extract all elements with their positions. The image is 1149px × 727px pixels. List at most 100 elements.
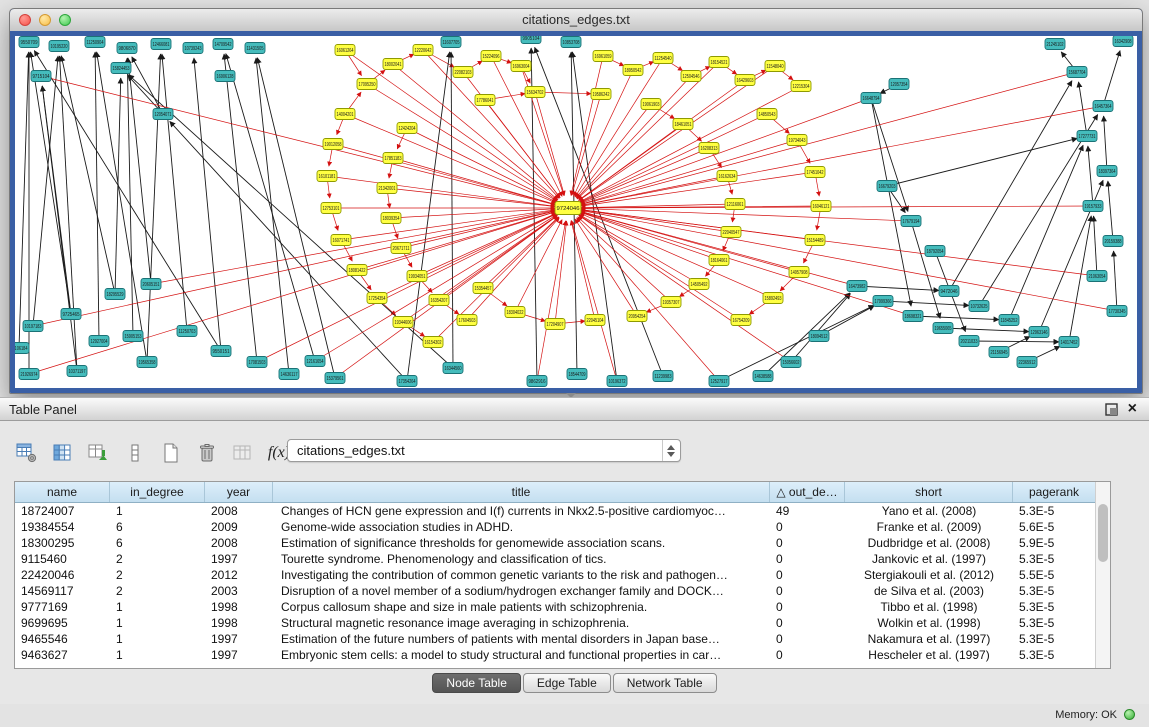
table-cell: 1 (110, 599, 205, 615)
table-cell: 0 (770, 535, 845, 551)
tab-node-table[interactable]: Node Table (432, 673, 521, 693)
graph-node-label: 18461051 (675, 122, 692, 128)
graph-node-label: 18698321 (905, 314, 922, 320)
new-table-button[interactable] (156, 439, 186, 467)
table-row[interactable]: 911546021997Tourette syndrome. Phenomeno… (15, 551, 1096, 567)
panel-title: Table Panel (0, 402, 77, 417)
tab-edge-table[interactable]: Edge Table (523, 673, 611, 693)
graph-node-label: 9905104 (523, 36, 540, 42)
column-header-title[interactable]: title (273, 482, 770, 502)
graph-node-label: 12220642 (415, 48, 432, 54)
close-panel-icon[interactable]: × (1128, 401, 1137, 417)
scrollbar-thumb[interactable] (1098, 504, 1108, 562)
table-row[interactable]: 946362711997Embryonic stem cells: a mode… (15, 647, 1096, 663)
delete-table-button[interactable] (192, 439, 222, 467)
table-panel-header[interactable]: Table Panel × (0, 397, 1149, 421)
graph-node-label: 17999366 (875, 299, 892, 305)
graph-node-label: 10732625 (971, 304, 988, 310)
graph-node-label: 21342001 (379, 186, 396, 192)
graph-node-label: 16101181 (319, 174, 336, 180)
table-cell: 0 (770, 583, 845, 599)
graph-node-label: 14638588 (755, 374, 772, 380)
table-cell: 9465546 (15, 631, 110, 647)
graph-node-label: 16046121 (813, 204, 830, 210)
zoom-window-button[interactable] (59, 14, 71, 26)
table-row[interactable]: 1830029562008Estimation of significance … (15, 535, 1096, 551)
graph-node-label: 9472046 (941, 289, 958, 295)
close-window-button[interactable] (19, 14, 31, 26)
table-cell: Disruption of a novel member of a sodium… (273, 583, 770, 599)
graph-node-label: 15056602 (783, 360, 800, 366)
graph-node-label: 15892493 (765, 296, 782, 302)
graph-node-label: 16342908 (1115, 39, 1132, 45)
table-cell: 1 (110, 647, 205, 663)
graph-node-label: 19344606 (395, 320, 412, 326)
graph-node-label: 18094512 (811, 334, 828, 340)
table-cell: 2 (110, 567, 205, 583)
select-columns-button[interactable] (48, 439, 78, 467)
graph-node-label: 14017452 (1061, 340, 1078, 346)
graph-node-label: 17354264 (399, 379, 416, 385)
column-header-name[interactable]: name (15, 482, 110, 502)
table-settings-button[interactable] (12, 439, 42, 467)
table-row[interactable]: 1456911722003Disruption of a novel membe… (15, 583, 1096, 599)
graph-node-label: 16354207 (431, 298, 448, 304)
graph-node-label: 11845252 (1001, 318, 1018, 324)
float-panel-icon[interactable] (1105, 403, 1118, 416)
memory-status-label: Memory: OK (1055, 709, 1117, 721)
column-header-out-de-[interactable]: △ out_de… (770, 482, 845, 502)
table-cell: 1997 (205, 631, 273, 647)
column-button[interactable] (120, 439, 150, 467)
table-row[interactable]: 1872400712008Changes of HCN gene express… (15, 503, 1096, 519)
import-table-button[interactable] (228, 439, 258, 467)
column-header-short[interactable]: short (845, 482, 1013, 502)
graph-node-label: 18039354 (383, 216, 400, 222)
table-row[interactable]: 946554611997Estimation of the future num… (15, 631, 1096, 647)
table-cell: 0 (770, 647, 845, 663)
graph-node-label: 18544709 (569, 372, 586, 378)
column-header-pagerank[interactable]: pagerank (1013, 482, 1096, 502)
column-header-year[interactable]: year (205, 482, 273, 502)
table-cell: Investigating the contribution of common… (273, 567, 770, 583)
table-cell: 1998 (205, 599, 273, 615)
network-graph-canvas[interactable]: 9550709101952201125090498068701246608110… (15, 36, 1137, 388)
column-header-in-degree[interactable]: in_degree (110, 482, 205, 502)
edit-table-button[interactable] (84, 439, 114, 467)
graph-node-label: 14709542 (215, 42, 232, 48)
minimize-window-button[interactable] (39, 14, 51, 26)
table-cell: 0 (770, 567, 845, 583)
graph-node-label: 18002041 (385, 62, 402, 68)
graph-node-label: 21156945 (991, 350, 1008, 356)
table-row[interactable]: 977716911998Corpus callosum shape and si… (15, 599, 1096, 615)
graph-node-label: 21063054 (1089, 274, 1106, 280)
table-row[interactable]: 2242004622012Investigating the contribut… (15, 567, 1096, 583)
table-scrollbar[interactable] (1095, 482, 1110, 668)
graph-node-label: 19565358 (139, 360, 156, 366)
graph-node-label: 14957908 (791, 270, 808, 276)
graph-node-label: 12054071 (155, 112, 172, 118)
table-cell: Tourette syndrome. Phenomenology and cla… (273, 551, 770, 567)
graph-node-label: 20605151 (143, 282, 160, 288)
table-row[interactable]: 1938455462009Genome-wide association stu… (15, 519, 1096, 535)
graph-node-label: 15154489 (807, 238, 824, 244)
table-cell: 1997 (205, 647, 273, 663)
graph-node-label: 12963146 (1031, 330, 1048, 336)
table-cell: Embryonic stem cells: a model to study s… (273, 647, 770, 663)
new-table-icon (160, 442, 182, 464)
table-cell: 49 (770, 503, 845, 519)
graph-node-label: 12466081 (153, 42, 170, 48)
window-titlebar[interactable]: citations_edges.txt (10, 9, 1142, 32)
table-source-dropdown[interactable]: citations_edges.txt (287, 439, 681, 462)
graph-node-label: 9725465 (63, 312, 80, 318)
graph-node-label: 16208313 (701, 146, 718, 152)
status-bar: Memory: OK (0, 702, 1149, 727)
table-row[interactable]: 969969511998Structural magnetic resonanc… (15, 615, 1096, 631)
table-cell: 9463627 (15, 647, 110, 663)
table-cell: 22420046 (15, 567, 110, 583)
graph-node-label: 18397364 (1099, 169, 1116, 175)
dropdown-stepper-icon (662, 440, 679, 461)
graph-node-label: 16906128 (217, 74, 234, 80)
graph-node-label: 17604503 (459, 318, 476, 324)
tab-network-table[interactable]: Network Table (613, 673, 717, 693)
table-cell: 1998 (205, 615, 273, 631)
